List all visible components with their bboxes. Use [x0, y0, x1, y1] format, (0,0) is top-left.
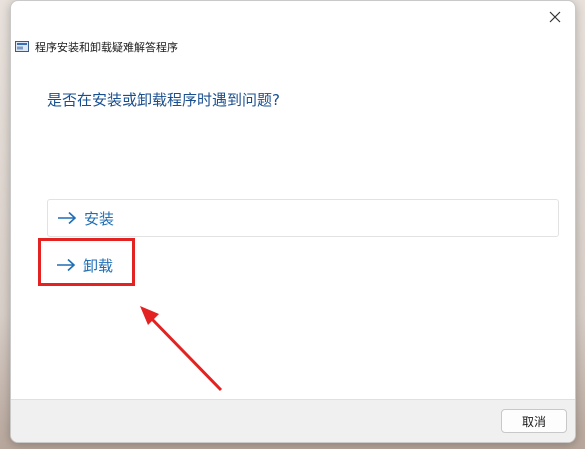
troubleshooter-app-icon: [15, 41, 29, 52]
option-install-label: 安装: [84, 209, 115, 228]
question-heading: 是否在安装或卸载程序时遇到问题?: [47, 91, 280, 109]
cancel-button[interactable]: 取消: [501, 409, 567, 433]
option-uninstall[interactable]: 卸载: [47, 246, 559, 284]
option-uninstall-label: 卸载: [83, 256, 114, 275]
troubleshooter-dialog: 程序安装和卸载疑难解答程序 是否在安装或卸载程序时遇到问题? 安装 卸载 取消: [10, 0, 576, 443]
dialog-header: 程序安装和卸载疑难解答程序: [15, 38, 178, 56]
close-icon: [549, 11, 561, 23]
arrow-right-icon: [57, 258, 76, 272]
option-install[interactable]: 安装: [47, 199, 559, 237]
close-button[interactable]: [541, 5, 569, 29]
arrow-right-icon: [58, 211, 77, 225]
dialog-title: 程序安装和卸载疑难解答程序: [35, 41, 178, 54]
dialog-footer: 取消: [11, 399, 575, 442]
